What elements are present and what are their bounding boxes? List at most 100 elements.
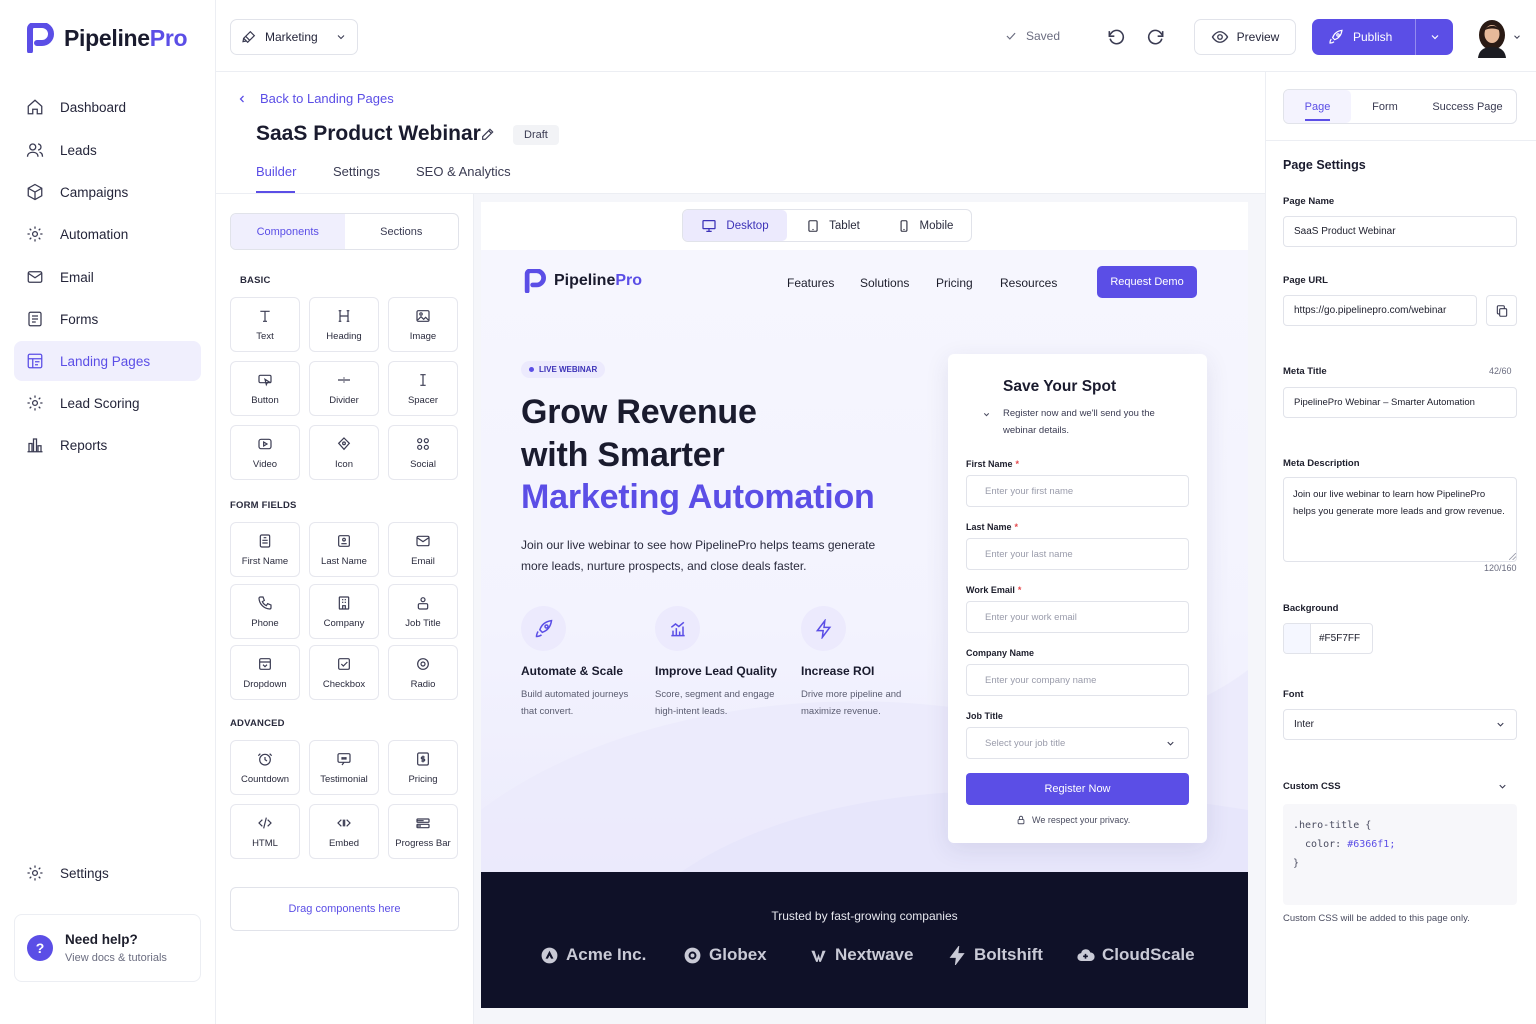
publish-main-button[interactable]: Publish — [1312, 19, 1416, 55]
publish-options-button[interactable] — [1416, 31, 1453, 43]
font-select[interactable]: Inter — [1283, 709, 1517, 740]
landing-nav-pricing[interactable]: Pricing — [936, 276, 973, 290]
megaphone-icon — [242, 30, 256, 44]
sidebar-item-automation[interactable]: Automation — [14, 214, 201, 254]
component-image[interactable]: Image — [388, 297, 458, 352]
undo-icon[interactable] — [1106, 27, 1126, 47]
publish-button[interactable]: Publish — [1312, 19, 1453, 55]
job-title-select[interactable]: Select your job title — [966, 727, 1189, 759]
component-label: First Name — [241, 555, 289, 567]
sidebar-item-email[interactable]: Email — [14, 257, 201, 297]
component-dropdown[interactable]: Dropdown — [230, 645, 300, 700]
sidebar-item-lead-scoring[interactable]: Lead Scoring — [14, 383, 201, 423]
component-countdown[interactable]: Countdown — [230, 740, 300, 795]
back-link[interactable]: Back to Landing Pages — [236, 91, 394, 106]
component-progress-bar[interactable]: Progress Bar — [388, 804, 458, 859]
drop-zone[interactable]: Drag components here — [230, 887, 459, 931]
component-pricing[interactable]: Pricing — [388, 740, 458, 795]
component-html[interactable]: HTML — [230, 804, 300, 859]
meta-title-field[interactable]: PipelinePro Webinar – Smarter Automation — [1283, 387, 1517, 418]
device-mobile[interactable]: Mobile — [879, 210, 971, 241]
meta-description-field[interactable]: Join our live webinar to learn how Pipel… — [1283, 477, 1517, 562]
register-now-button[interactable]: Register Now — [966, 773, 1189, 805]
component-testimonial[interactable]: Testimonial — [309, 740, 379, 795]
component-label: Text — [256, 330, 274, 342]
preview-button[interactable]: Preview — [1194, 19, 1296, 55]
landing-nav-features[interactable]: Features — [787, 276, 834, 290]
avatar[interactable] — [1474, 18, 1510, 58]
device-label: Tablet — [829, 219, 860, 232]
landing-logo-accent: Pro — [615, 272, 643, 289]
resize-handle-icon[interactable] — [1509, 553, 1516, 560]
sidebar-item-campaigns[interactable]: Campaigns — [14, 172, 201, 212]
landing-nav-solutions[interactable]: Solutions — [860, 276, 909, 290]
tab-components[interactable]: Components — [231, 214, 345, 249]
component-last-name[interactable]: Last Name — [309, 522, 379, 577]
pencil-icon[interactable] — [480, 126, 496, 142]
component-icon[interactable]: Icon — [309, 425, 379, 480]
publish-label: Publish — [1353, 30, 1393, 44]
device-tablet[interactable]: Tablet — [787, 210, 879, 241]
component-video[interactable]: Video — [230, 425, 300, 480]
background-color-picker[interactable]: #F5F7FF — [1283, 623, 1373, 654]
sidebar-item-landing-pages[interactable]: Landing Pages — [14, 341, 201, 381]
component-divider[interactable]: Divider — [309, 361, 379, 416]
component-heading[interactable]: Heading — [309, 297, 379, 352]
work-email-input[interactable]: Enter your work email — [966, 601, 1189, 633]
tab-settings[interactable]: Settings — [333, 164, 380, 179]
landing-logo[interactable]: PipelinePro — [524, 269, 642, 293]
page-name-field[interactable]: SaaS Product Webinar — [1283, 216, 1517, 247]
acme-logo-icon — [541, 947, 558, 963]
sidebar-item-reports[interactable]: Reports — [14, 425, 201, 465]
device-desktop[interactable]: Desktop — [683, 210, 787, 241]
component-phone[interactable]: Phone — [230, 584, 300, 639]
preview-label: Preview — [1236, 30, 1280, 44]
sidebar-item-label: Reports — [60, 437, 108, 453]
workspace-selector[interactable]: Marketing — [230, 19, 358, 55]
chevron-down-icon[interactable] — [1512, 32, 1522, 42]
custom-css-editor[interactable]: .hero-title { color: #6366f1; } — [1283, 804, 1517, 905]
checkbox-icon — [338, 657, 350, 670]
component-social[interactable]: Social — [388, 425, 458, 480]
company-name-input[interactable]: Enter your company name — [966, 664, 1189, 696]
component-email[interactable]: Email — [388, 522, 458, 577]
redo-icon[interactable] — [1146, 27, 1166, 47]
request-demo-button[interactable]: Request Demo — [1097, 266, 1197, 298]
pipelinepro-logo-icon — [27, 23, 54, 53]
component-spacer[interactable]: Spacer — [388, 361, 458, 416]
component-radio[interactable]: Radio — [388, 645, 458, 700]
page-settings-heading: Page Settings — [1283, 158, 1366, 172]
chevron-left-icon — [239, 95, 244, 102]
component-text[interactable]: Text — [230, 297, 300, 352]
component-checkbox[interactable]: Checkbox — [309, 645, 379, 700]
sidebar-item-settings[interactable]: Settings — [14, 853, 201, 893]
trusted-by-section[interactable] — [481, 872, 1248, 1008]
first-name-input[interactable]: Enter your first name — [966, 475, 1189, 507]
last-name-input[interactable]: Enter your last name — [966, 538, 1189, 570]
font-value: Inter — [1294, 719, 1315, 730]
tab-sections[interactable]: Sections — [345, 214, 459, 249]
tab-builder[interactable]: Builder — [256, 164, 296, 179]
help-card[interactable]: ? Need help? View docs & tutorials — [14, 914, 201, 982]
component-first-name[interactable]: First Name — [230, 522, 300, 577]
tab-page[interactable]: Page — [1284, 90, 1351, 123]
phone-icon — [258, 595, 272, 610]
copy-url-button[interactable] — [1486, 295, 1517, 326]
component-job-title[interactable]: Job Title — [388, 584, 458, 639]
progress-bar-icon — [416, 817, 430, 828]
component-embed[interactable]: Embed — [309, 804, 379, 859]
landing-nav-resources[interactable]: Resources — [1000, 276, 1057, 290]
component-button[interactable]: Button — [230, 361, 300, 416]
sidebar-item-leads[interactable]: Leads — [14, 130, 201, 170]
app-logo[interactable]: PipelinePro — [26, 20, 188, 56]
background-color-value: #F5F7FF — [1319, 633, 1361, 644]
chevron-down-icon[interactable] — [1497, 781, 1508, 792]
page-url-field[interactable]: https://go.pipelinepro.com/webinar — [1283, 295, 1477, 326]
sidebar-item-forms[interactable]: Forms — [14, 299, 201, 339]
chevron-down-icon[interactable] — [982, 410, 991, 419]
component-company[interactable]: Company — [309, 584, 379, 639]
sidebar-item-dashboard[interactable]: Dashboard — [14, 87, 201, 127]
tab-seo-analytics[interactable]: SEO & Analytics — [416, 164, 511, 179]
tab-form[interactable]: Form — [1351, 90, 1419, 123]
tab-success-page[interactable]: Success Page — [1419, 90, 1516, 123]
